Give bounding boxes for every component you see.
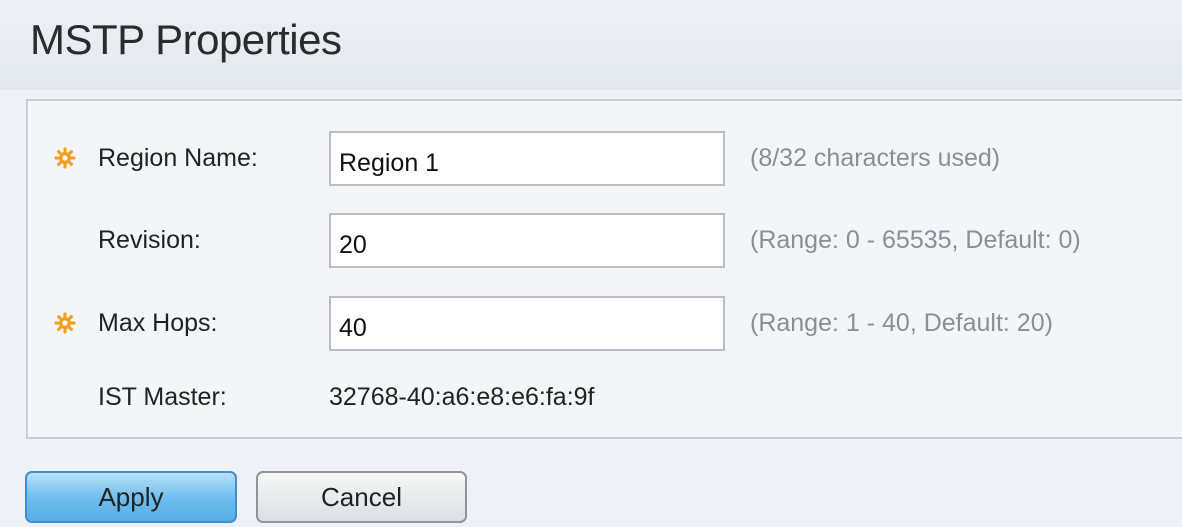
region-name-row: Region Name: (8/32 characters used): [28, 128, 1182, 188]
ist-master-value: 32768-40:a6:e8:e6:fa:9f: [329, 383, 595, 411]
form-panel: Region Name: (8/32 characters used) Revi…: [26, 99, 1182, 439]
title-bar: MSTP Properties: [0, 0, 1182, 90]
region-name-input[interactable]: [329, 131, 725, 186]
revision-label: Revision:: [98, 226, 201, 254]
required-icon: [54, 147, 76, 169]
region-name-label: Region Name:: [98, 144, 258, 172]
max-hops-hint: (Range: 1 - 40, Default: 20): [750, 309, 1053, 337]
revision-hint: (Range: 0 - 65535, Default: 0): [750, 226, 1081, 254]
ist-master-label: IST Master:: [98, 383, 227, 411]
max-hops-label: Max Hops:: [98, 309, 218, 337]
max-hops-row: Max Hops: (Range: 1 - 40, Default: 20): [28, 294, 1182, 354]
apply-button[interactable]: Apply: [25, 471, 237, 523]
page-title: MSTP Properties: [30, 16, 342, 63]
ist-master-row: IST Master: 32768-40:a6:e8:e6:fa:9f: [28, 371, 1182, 431]
region-name-hint: (8/32 characters used): [750, 144, 1001, 172]
max-hops-input[interactable]: [329, 296, 725, 351]
cancel-button[interactable]: Cancel: [256, 471, 467, 523]
revision-input[interactable]: [329, 213, 725, 268]
required-icon: [54, 312, 76, 334]
revision-row: Revision: (Range: 0 - 65535, Default: 0): [28, 211, 1182, 271]
